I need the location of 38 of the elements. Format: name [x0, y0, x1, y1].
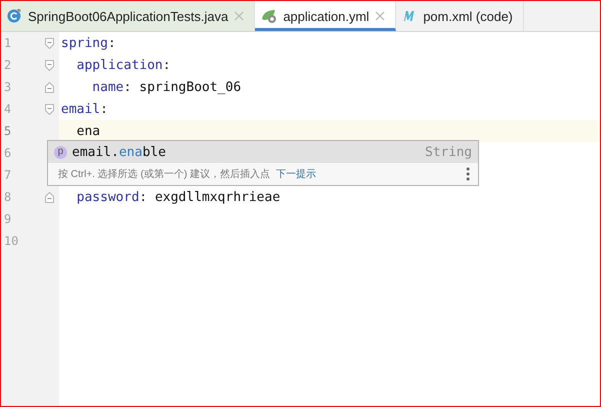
code-line: email: — [61, 102, 108, 116]
editor-tab[interactable]: SpringBoot06ApplicationTests.java — [1, 1, 256, 31]
fold-icon — [45, 38, 54, 48]
editor-tab[interactable]: pom.xml (code) — [396, 1, 524, 31]
code-line: spring: — [61, 36, 116, 50]
line-number: 7 — [3, 167, 12, 184]
code-line: name: springBoot_06 — [91, 80, 242, 94]
line-number: 1 — [3, 35, 12, 52]
fold-icon — [45, 60, 54, 70]
code-line: password: exgdllmxqrhrieae — [76, 190, 280, 204]
editor-tab[interactable]: application.yml — [255, 1, 396, 31]
hint-text: 按 Ctrl+. 选择所选 (或第一个) 建议，然后插入点 — [58, 168, 270, 181]
type-label: String — [425, 144, 472, 160]
class-icon — [7, 8, 22, 24]
close-icon — [234, 11, 244, 21]
tab-label: application.yml — [283, 8, 370, 24]
fold-icon — [45, 104, 54, 114]
line-number: 10 — [3, 233, 20, 250]
code-line: ena — [76, 124, 100, 138]
property-icon: p — [54, 146, 67, 158]
more-icon[interactable] — [466, 167, 470, 181]
suggestion-text: email.enable — [72, 144, 167, 160]
code-line: application: — [76, 58, 171, 72]
fold-icon — [45, 192, 54, 202]
tab-label: pom.xml (code) — [423, 8, 513, 24]
leaf-gear-icon — [261, 8, 278, 24]
next-tip-link[interactable]: 下一提示 — [276, 167, 316, 181]
line-number: 6 — [3, 145, 12, 162]
line-number: 4 — [3, 101, 12, 118]
fold-icon — [45, 82, 54, 92]
line-number: 9 — [3, 211, 12, 228]
line-number: 2 — [3, 57, 12, 74]
line-number: 5 — [3, 123, 12, 140]
tab-label: SpringBoot06ApplicationTests.java — [28, 8, 228, 24]
line-number: 3 — [3, 79, 12, 96]
line-number: 8 — [3, 189, 12, 206]
close-icon — [375, 11, 386, 21]
completion-item[interactable]: p email.enable String — [48, 141, 478, 163]
